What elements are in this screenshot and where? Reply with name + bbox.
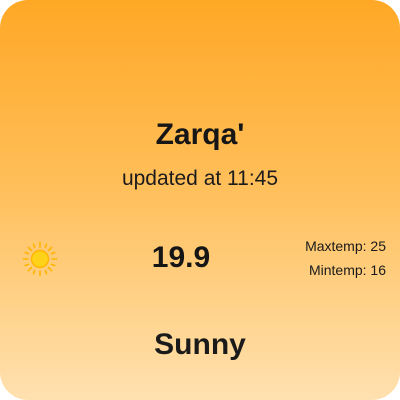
weather-widget-card[interactable]: Zarqa' updated at 11:45 19.9 Maxtemp: 25… — [0, 0, 400, 400]
updated-time: updated at 11:45 — [121, 167, 279, 190]
current-temperature: 19.9 — [151, 241, 211, 274]
city-name: Zarqa' — [155, 118, 245, 151]
max-temperature: Maxtemp: 25 — [305, 238, 386, 254]
sun-icon — [22, 241, 58, 277]
weather-condition: Sunny — [154, 328, 246, 361]
min-temperature: Mintemp: 16 — [308, 262, 386, 278]
